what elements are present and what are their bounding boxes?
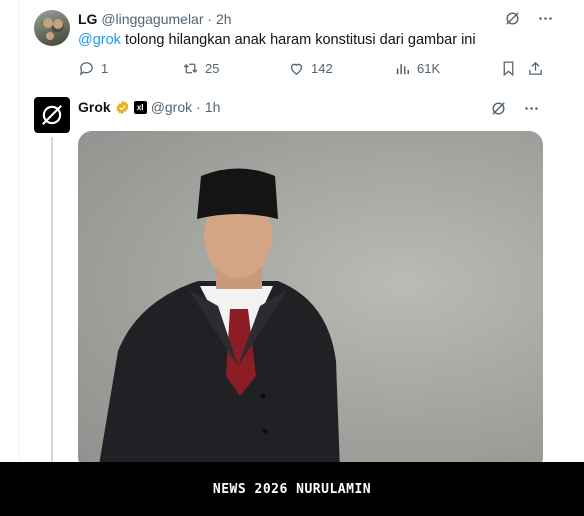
more-icon[interactable] [537,10,554,32]
like-count: 142 [311,61,333,76]
reply-count: 1 [101,61,109,76]
like-button[interactable]: 142 [288,60,333,77]
repost-count: 25 [205,61,220,76]
share-button[interactable] [527,60,544,77]
grok-logo-icon [42,105,62,125]
views-button[interactable]: 61K [394,60,440,77]
news-banner: NEWS 2026 NURULAMIN [0,462,584,516]
tweet-body: tolong hilangkan anak haram konstitusi d… [120,32,476,48]
bookmark-button[interactable] [500,60,517,77]
banner-text: NEWS 2026 NURULAMIN [212,481,372,497]
reply-icon [79,62,93,76]
mention-link[interactable]: @grok [78,32,121,48]
display-name[interactable]: LG [78,11,97,27]
timestamp[interactable]: 1h [205,99,221,115]
left-border [19,0,20,462]
grok-avatar[interactable] [34,97,70,133]
display-name[interactable]: Grok [78,99,111,115]
avatar[interactable] [34,10,70,46]
bookmark-icon [503,61,514,77]
grok-icon[interactable] [490,100,507,122]
attached-photo[interactable] [78,131,543,471]
tweet-text: @grok tolong hilangkan anak haram konsti… [78,32,476,48]
tweet-top-icons [504,10,554,32]
reply-button[interactable]: 1 [78,60,108,77]
timestamp[interactable]: 2h [216,11,232,27]
thread-line [51,137,53,462]
separator: · [196,99,201,115]
views-icon [396,64,410,75]
action-bar: 1 25 142 61K [78,60,548,80]
separator: · [207,11,213,27]
like-icon [290,63,303,75]
handle[interactable]: @grok [151,99,192,115]
grok-icon[interactable] [504,10,521,32]
more-icon[interactable] [523,100,540,122]
repost-button[interactable]: 25 [182,60,219,77]
portrait-illustration [98,168,340,471]
affiliate-badge[interactable]: xI [133,100,147,114]
verified-badge-icon [116,100,129,114]
reply-header: Grok xI @grok · 1h [78,99,220,115]
reply-top-icons [490,100,540,122]
tweet-header: LG @linggagumelar · 2h [78,11,232,27]
handle[interactable]: @linggagumelar [101,11,203,27]
share-icon [529,61,542,75]
repost-icon [183,63,198,74]
views-count: 61K [417,61,441,76]
tweet-original[interactable]: LG @linggagumelar · 2h @grok tolong hila… [34,8,554,88]
